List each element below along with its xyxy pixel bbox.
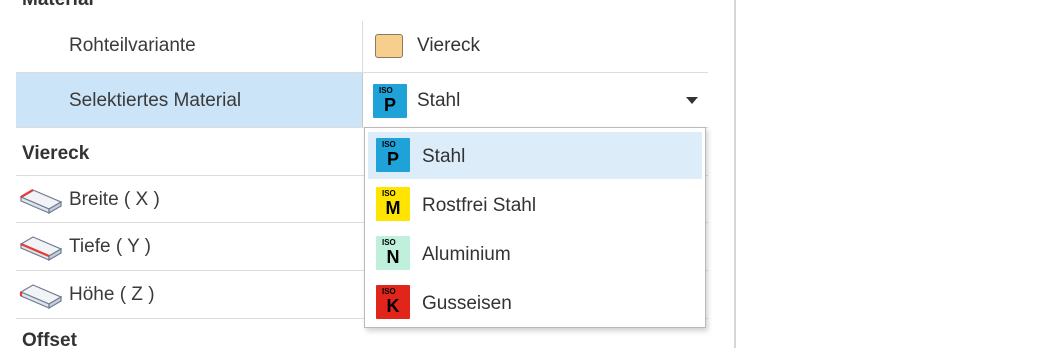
option-label: Stahl [422, 146, 466, 167]
option-label: Gusseisen [422, 293, 512, 314]
color-swatch-icon [375, 34, 403, 58]
iso-m-icon: ISO M [376, 187, 410, 221]
dropdown-option-aluminium[interactable]: ISO N Aluminium [368, 230, 702, 277]
section-header-offset: Offset [22, 330, 77, 351]
material-select[interactable]: ISO P Stahl [362, 73, 708, 127]
row-label: Breite ( X ) [69, 189, 160, 210]
row-label: Tiefe ( Y ) [69, 236, 152, 257]
dropdown-option-stahl[interactable]: ISO P Stahl [368, 132, 702, 179]
dropdown-option-rostfrei-stahl[interactable]: ISO M Rostfrei Stahl [368, 181, 702, 228]
iso-p-icon: ISO P [376, 138, 410, 172]
row-label: Höhe ( Z ) [69, 284, 155, 305]
iso-p-icon: ISO P [373, 84, 407, 118]
blank-variant-value-text: Viereck [417, 35, 481, 56]
material-select-value: Stahl [417, 90, 461, 111]
iso-k-icon: ISO K [376, 285, 410, 319]
panel-divider [734, 0, 736, 348]
section-header-material: Material [22, 0, 94, 11]
material-dropdown-list[interactable]: ISO P Stahl ISO M Rostfrei Stahl ISO N A… [364, 127, 706, 328]
row-label: Rohteilvariante [69, 35, 196, 56]
row-selected-material[interactable]: Selektiertes Material ISO P Stahl [16, 73, 708, 128]
dimension-block-icon [19, 236, 63, 261]
row-blank-variant[interactable]: Rohteilvariante Viereck [16, 21, 708, 73]
option-label: Rostfrei Stahl [422, 195, 537, 216]
dimension-block-icon [19, 284, 63, 309]
blank-variant-value[interactable]: Viereck [362, 21, 708, 72]
row-label: Selektiertes Material [69, 90, 242, 111]
dropdown-option-gusseisen[interactable]: ISO K Gusseisen [368, 279, 702, 326]
option-label: Aluminium [422, 244, 511, 265]
iso-n-icon: ISO N [376, 236, 410, 270]
chevron-down-icon[interactable] [686, 97, 698, 104]
section-header-viereck: Viereck [22, 143, 90, 164]
dimension-block-icon [19, 189, 63, 214]
